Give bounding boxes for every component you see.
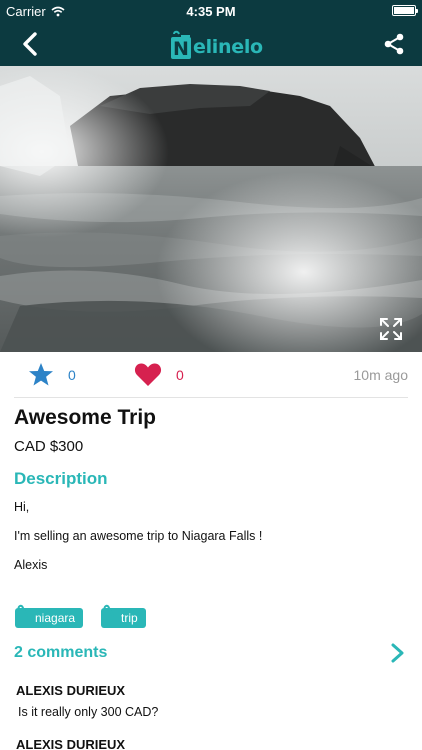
- listing-photo[interactable]: [0, 66, 422, 352]
- comments-open-button[interactable]: [390, 642, 406, 664]
- star-icon: [29, 363, 53, 386]
- waterfall-photo: [0, 66, 422, 352]
- comment-author: ALEXIS DURIEUX: [16, 683, 126, 698]
- back-button[interactable]: [14, 30, 46, 58]
- app-logo: N elinelo: [170, 28, 263, 60]
- favorite-button[interactable]: 0: [28, 362, 76, 387]
- tag-trip[interactable]: trip: [101, 604, 146, 628]
- status-bar: Carrier 4:35 PM: [0, 0, 422, 22]
- listing-title: Awesome Trip: [14, 406, 156, 429]
- logo-mark: N: [171, 30, 191, 60]
- like-button[interactable]: 0: [134, 362, 184, 387]
- description-heading: Description: [14, 469, 108, 488]
- favorite-count: 0: [68, 366, 76, 383]
- battery-icon: [392, 5, 418, 16]
- tag-icon: [17, 604, 28, 617]
- description-line: Hi,: [14, 500, 30, 514]
- tag-icon: [103, 604, 114, 617]
- posted-time: 10m ago: [353, 367, 408, 383]
- logo-text: elinelo: [193, 36, 263, 58]
- share-icon: [384, 33, 404, 55]
- listing-price: CAD $300: [14, 438, 84, 455]
- comments-heading[interactable]: 2 comments: [14, 644, 107, 662]
- like-count: 0: [176, 366, 184, 383]
- logo-mark-letter: N: [173, 38, 189, 60]
- chevron-right-icon: [391, 643, 404, 663]
- share-button[interactable]: [380, 30, 408, 58]
- tag-niagara[interactable]: niagara: [15, 604, 84, 628]
- listing-actions: 0 0 10m ago: [14, 352, 408, 398]
- expand-icon: [380, 318, 402, 340]
- status-time: 4:35 PM: [186, 4, 236, 19]
- navigation-bar: N elinelo: [0, 22, 422, 66]
- back-icon: [23, 32, 37, 56]
- description-line: Alexis: [14, 558, 48, 572]
- comment-author: ALEXIS DURIEUX: [16, 737, 126, 750]
- expand-photo-button[interactable]: [378, 316, 404, 342]
- tag-label: trip: [121, 611, 138, 625]
- tag-label: niagara: [35, 611, 76, 625]
- heart-icon: [134, 363, 162, 386]
- description-line: I'm selling an awesome trip to Niagara F…: [14, 529, 263, 543]
- comment-text: Is it really only 300 CAD?: [18, 705, 159, 719]
